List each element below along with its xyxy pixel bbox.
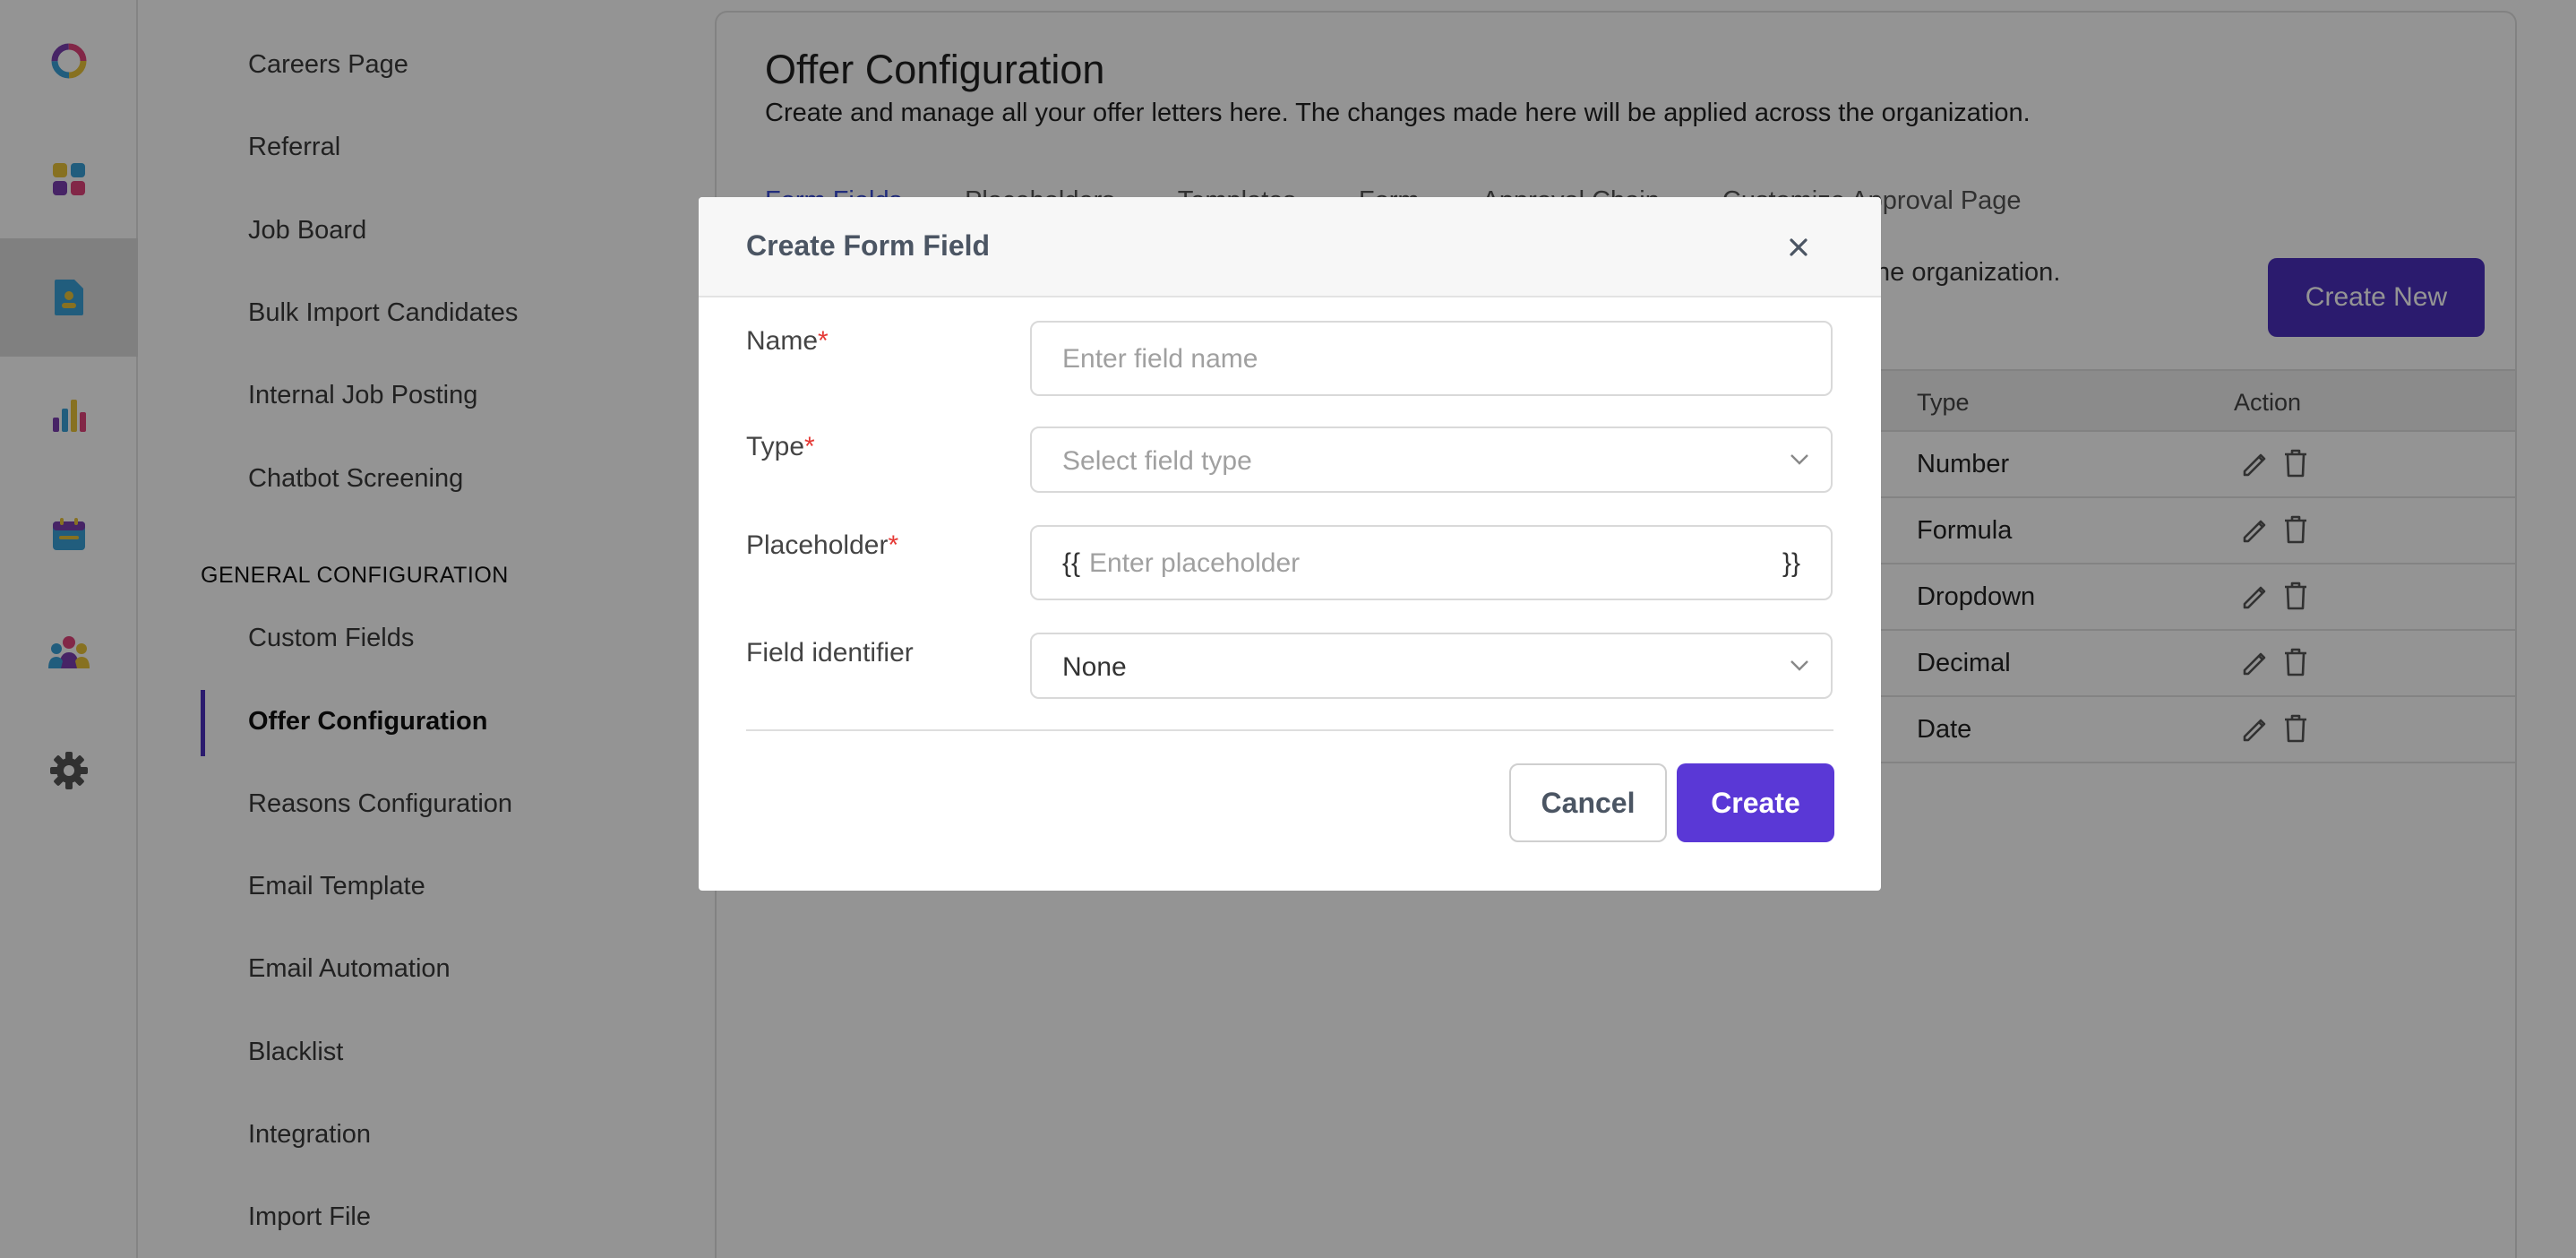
placeholder-input[interactable]: {{ Enter placeholder }} <box>1030 525 1833 600</box>
field-identifier-select[interactable]: None <box>1030 633 1833 699</box>
name-label: Name* <box>746 326 829 357</box>
required-mark: * <box>888 530 899 560</box>
modal-title: Create Form Field <box>746 229 991 262</box>
required-mark: * <box>804 432 815 461</box>
placeholder-prefix: {{ <box>1062 548 1081 578</box>
type-select-placeholder: Select field type <box>1062 446 1252 476</box>
required-mark: * <box>818 326 829 356</box>
chevron-down-icon <box>1790 660 1808 671</box>
create-form-field-modal: Create Form Field Name* Enter field name… <box>699 197 1881 891</box>
chevron-down-icon <box>1790 454 1808 465</box>
placeholder-input-placeholder: Enter placeholder <box>1089 548 1301 578</box>
type-select[interactable]: Select field type <box>1030 427 1833 493</box>
modal-header: Create Form Field <box>699 197 1881 297</box>
cancel-button[interactable]: Cancel <box>1509 763 1667 842</box>
field-identifier-value: None <box>1062 652 1127 682</box>
create-button[interactable]: Create <box>1677 763 1834 842</box>
modal-divider <box>746 729 1833 731</box>
name-input[interactable]: Enter field name <box>1030 321 1833 396</box>
type-label-text: Type <box>746 432 805 461</box>
modal-close-button[interactable] <box>1779 228 1818 267</box>
placeholder-label: Placeholder* <box>746 530 898 561</box>
field-identifier-label: Field identifier <box>746 638 914 668</box>
name-label-text: Name <box>746 326 819 356</box>
type-label: Type* <box>746 432 815 462</box>
placeholder-label-text: Placeholder <box>746 530 889 560</box>
placeholder-suffix: }} <box>1782 548 1800 578</box>
name-input-placeholder: Enter field name <box>1062 344 1258 374</box>
close-icon <box>1790 238 1807 256</box>
